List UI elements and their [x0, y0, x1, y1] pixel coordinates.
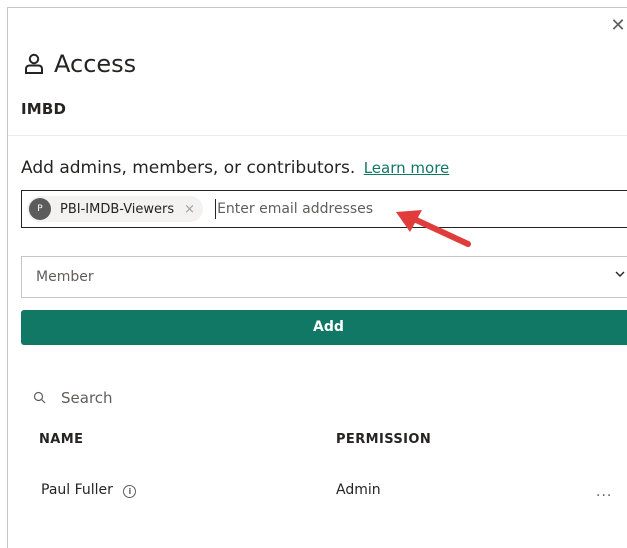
instructions-text: Add admins, members, or contributors. [21, 158, 356, 178]
add-button[interactable]: Add [21, 310, 627, 345]
close-icon[interactable]: ✕ [610, 17, 626, 35]
learn-more-link[interactable]: Learn more [364, 159, 450, 177]
email-field[interactable]: P PBI-IMDB-Viewers × [21, 190, 627, 228]
column-header-permission[interactable]: PERMISSION [336, 432, 431, 447]
person-icon [25, 53, 43, 74]
permission-cell: Admin [336, 482, 381, 498]
search-icon [33, 391, 46, 404]
page-title: Access [54, 50, 137, 78]
recipient-chip: P PBI-IMDB-Viewers × [27, 196, 204, 222]
instructions: Add admins, members, or contributors. Le… [21, 158, 449, 178]
user-name-cell: Paul Fuller i [41, 482, 137, 498]
workspace-name: IMBD [21, 100, 67, 118]
annotation-arrow-icon [396, 210, 471, 247]
role-dropdown[interactable]: Member [21, 256, 627, 298]
role-dropdown-value: Member [36, 269, 94, 285]
remove-chip-icon[interactable]: × [184, 202, 195, 217]
column-header-name[interactable]: NAME [39, 432, 83, 447]
chip-label: PBI-IMDB-Viewers [60, 201, 175, 217]
user-name: Paul Fuller [41, 482, 113, 498]
more-options-icon[interactable]: ... [596, 484, 612, 500]
search-box[interactable]: Search [33, 389, 113, 407]
divider [8, 135, 627, 136]
add-button-label: Add [313, 319, 344, 335]
panel-header: Access [24, 50, 136, 78]
chevron-down-icon [614, 268, 626, 283]
search-label: Search [61, 389, 113, 407]
avatar: P [29, 198, 51, 220]
info-icon[interactable]: i [123, 485, 137, 498]
